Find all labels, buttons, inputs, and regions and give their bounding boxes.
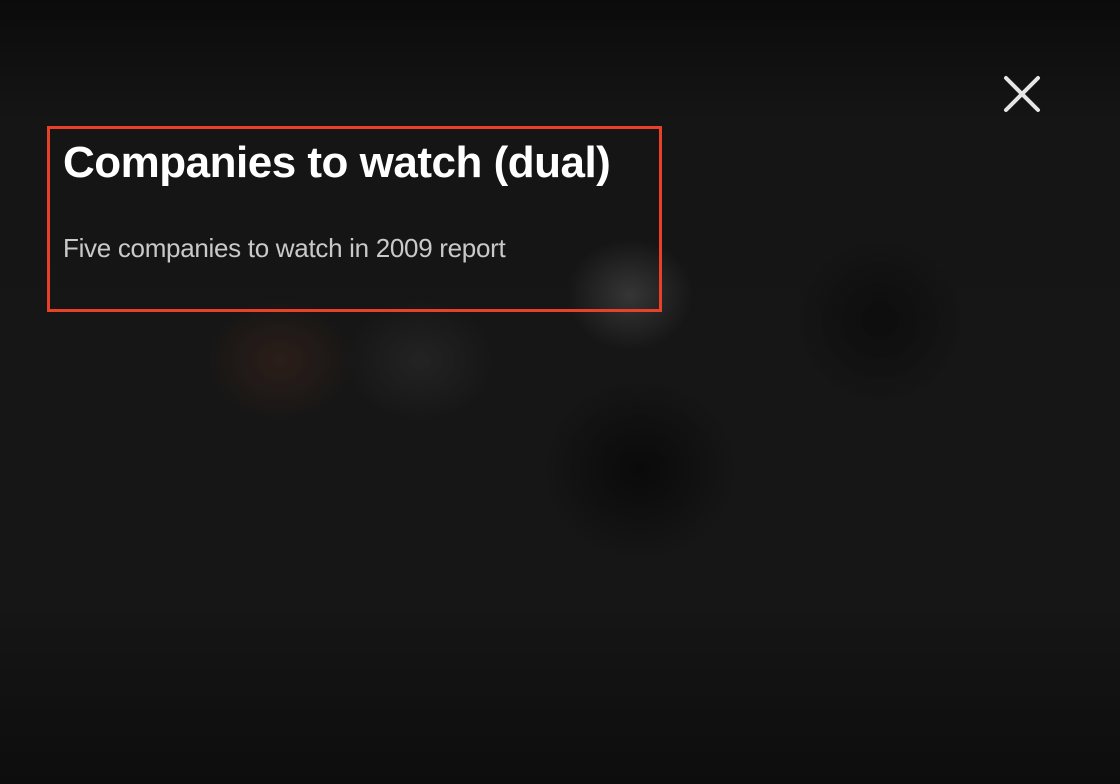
blurred-backdrop <box>0 0 1120 784</box>
modal-subtitle: Five companies to watch in 2009 report <box>63 233 506 263</box>
modal-title: Companies to watch (dual) <box>63 138 611 187</box>
close-button[interactable] <box>998 70 1046 118</box>
close-icon <box>1004 76 1040 112</box>
